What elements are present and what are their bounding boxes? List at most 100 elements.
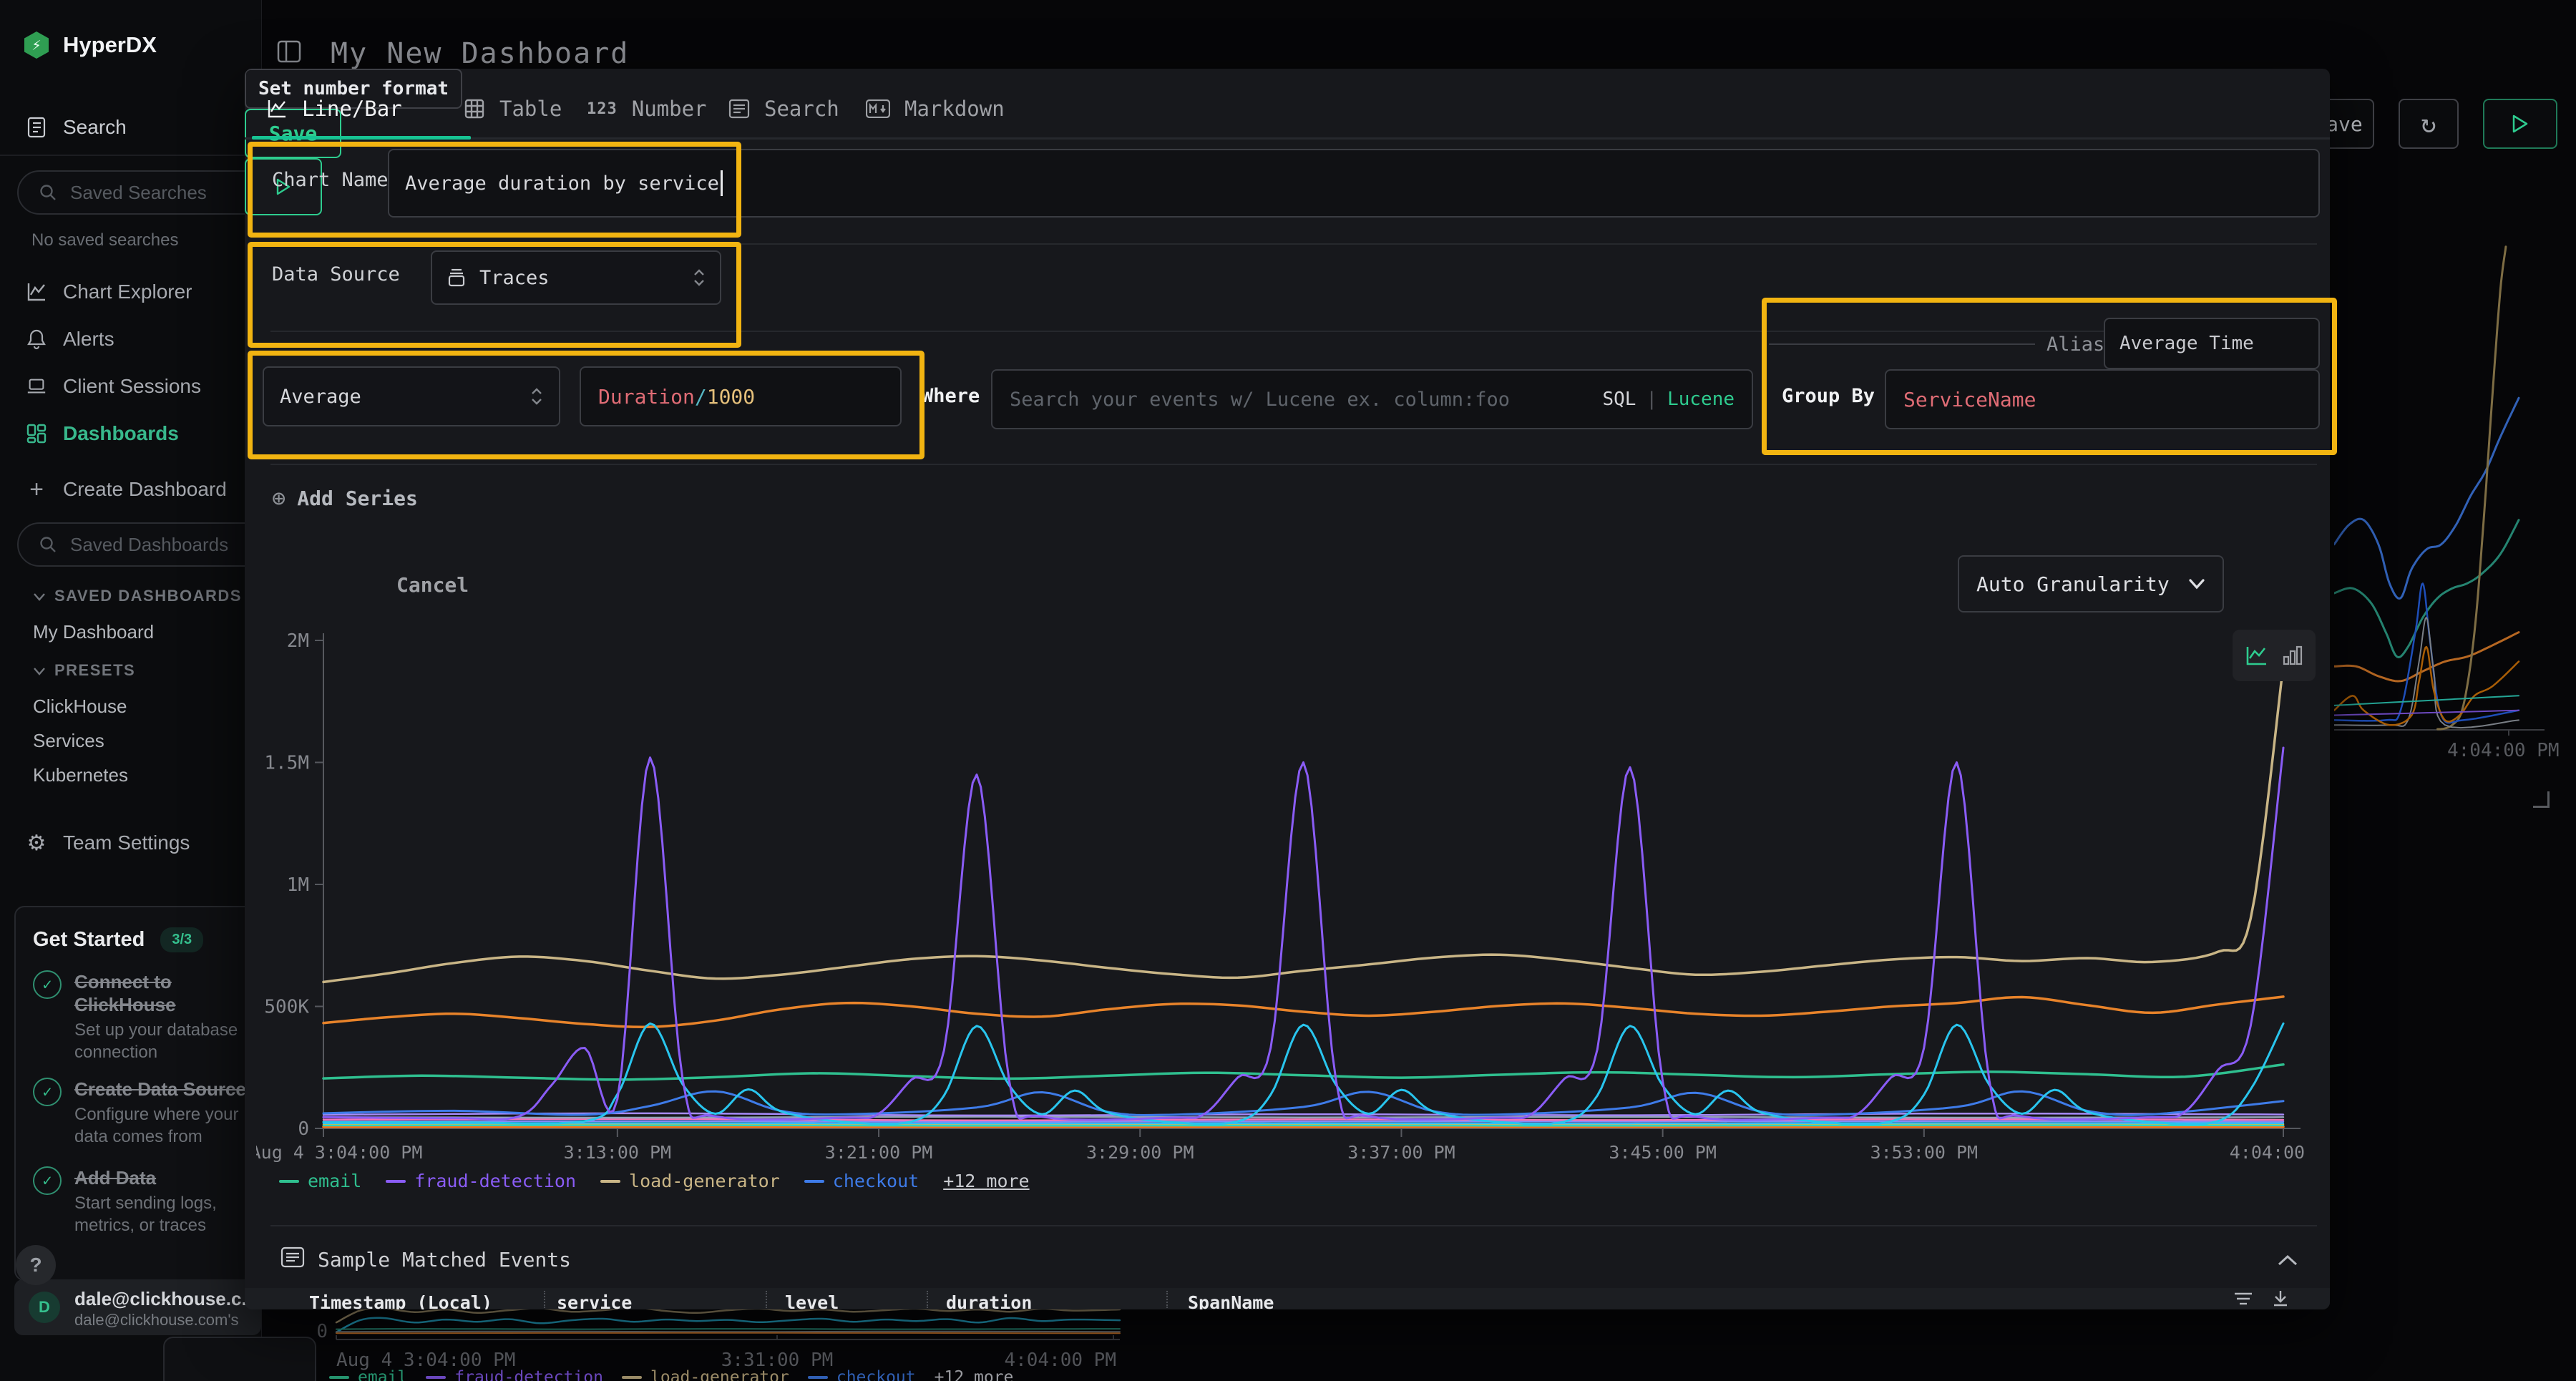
legend-dash <box>386 1180 406 1183</box>
main-chart[interactable]: 0500K1M1.5M2MAug 4 3:04:00 PM3:13:00 PM3… <box>256 617 2317 1175</box>
group-by-label: Group By <box>1782 385 1875 407</box>
get-started-item-title: Add Data <box>74 1166 248 1189</box>
tab-table[interactable]: Table <box>464 90 562 127</box>
brand[interactable]: ⚡ HyperDX <box>24 31 157 59</box>
add-series-button[interactable]: ⊕ Add Series <box>272 485 418 511</box>
legend-item-email[interactable]: email <box>279 1171 361 1191</box>
column-separator <box>766 1291 767 1308</box>
alias-input[interactable]: Average Time <box>2104 318 2320 369</box>
search-icon <box>39 183 57 202</box>
tab-search[interactable]: Search <box>728 90 839 127</box>
alias-value: Average Time <box>2119 333 2254 354</box>
sidebar-dashboard-clickhouse[interactable]: ClickHouse <box>33 696 127 718</box>
legend-item-fraud-detection[interactable]: fraud-detection <box>386 1171 576 1191</box>
check-circle-icon: ✓ <box>33 1166 62 1195</box>
sql-mode-toggle[interactable]: SQL <box>1602 389 1636 410</box>
chart-name-input[interactable]: Average duration by service <box>388 149 2320 218</box>
active-tab-underline <box>252 136 471 140</box>
sidebar-item-team-settings[interactable]: ⚙ Team Settings <box>0 823 261 863</box>
database-icon <box>447 268 467 288</box>
team-settings-label: Team Settings <box>63 831 190 854</box>
chevron-down-icon <box>2188 578 2205 590</box>
line-chart-toggle-icon[interactable] <box>2245 644 2269 667</box>
where-label: Where <box>922 385 980 407</box>
field-expression-input[interactable]: Duration/1000 <box>580 366 902 426</box>
aggregation-value: Average <box>280 386 361 408</box>
brand-name: HyperDX <box>63 32 157 58</box>
svg-text:3:45:00 PM: 3:45:00 PM <box>1609 1142 1717 1163</box>
section-header[interactable]: PRESETS <box>33 661 135 680</box>
sidebar-item-dashboards[interactable]: Dashboards <box>0 414 261 454</box>
cancel-button[interactable]: Cancel <box>396 573 469 597</box>
svg-text:3:53:00 PM: 3:53:00 PM <box>1870 1142 1979 1163</box>
aggregation-select[interactable]: Average <box>263 366 560 426</box>
tile-resize-handle[interactable] <box>2533 791 2550 808</box>
group-by-value: ServiceName <box>1903 388 2036 411</box>
sidebar-dashboard-kubernetes[interactable]: Kubernetes <box>33 764 128 786</box>
sidebar-item-label: Client Sessions <box>63 375 201 398</box>
legend-item-fraud-detection[interactable]: fraud-detection <box>426 1368 603 1381</box>
search-doc-icon <box>26 117 47 138</box>
sidebar-item-alerts[interactable]: Alerts <box>0 319 261 359</box>
tab-label: Table <box>499 97 562 121</box>
column-header-timestamp-local-[interactable]: Timestamp (Local) <box>309 1292 492 1309</box>
refresh-button[interactable]: ↻ <box>2399 99 2459 149</box>
sidebar-item-search[interactable]: Search <box>0 107 261 147</box>
legend-more[interactable]: +12 more <box>943 1171 1029 1191</box>
legend-label: fraud-detection <box>454 1368 603 1381</box>
divider <box>270 464 2317 465</box>
legend-item-checkout[interactable]: checkout <box>804 1171 919 1191</box>
svg-text:0: 0 <box>298 1118 309 1140</box>
group-by-input[interactable]: ServiceName <box>1885 369 2320 429</box>
where-input[interactable]: Search your events w/ Lucene ex. column:… <box>991 369 1753 429</box>
get-started-item-desc: Configure where your data comes from <box>74 1103 248 1148</box>
legend-item-email[interactable]: email <box>329 1368 407 1381</box>
sidebar-dashboard-services[interactable]: Services <box>33 730 104 752</box>
sidebar-collapse-icon[interactable] <box>276 39 302 67</box>
data-source-select[interactable]: Traces <box>431 250 721 305</box>
legend-item-load-generator[interactable]: load-generator <box>622 1368 789 1381</box>
svg-text:3:37:00 PM: 3:37:00 PM <box>1347 1142 1455 1163</box>
column-separator <box>1166 1291 1168 1308</box>
tab-markdown[interactable]: Markdown <box>866 90 1005 127</box>
legend-more[interactable]: +12 more <box>935 1368 1014 1381</box>
tab-number[interactable]: 123Number <box>587 90 707 127</box>
events-table-header: Timestamp (Local) service level duration Spa… <box>245 1288 2330 1309</box>
section-header[interactable]: SAVED DASHBOARDS <box>33 587 242 605</box>
legend-item-load-generator[interactable]: load-generator <box>600 1171 780 1191</box>
expression-token: Duration <box>598 385 695 409</box>
sidebar-item-client-sessions[interactable]: Client Sessions <box>0 366 261 406</box>
saved-dashboards-input[interactable]: Saved Dashboards <box>17 522 282 567</box>
help-button[interactable]: ? <box>16 1245 56 1285</box>
filter-icon[interactable] <box>2233 1289 2254 1309</box>
sidebar-dashboard-my-dashboard[interactable]: My Dashboard <box>33 621 154 643</box>
get-started-badge: 3/3 <box>160 927 203 952</box>
get-started-item[interactable]: ✓Connect to ClickHouseSet up your databa… <box>33 970 248 1063</box>
lucene-mode-toggle[interactable]: Lucene <box>1667 389 1735 410</box>
collapse-section-chevron-icon[interactable] <box>2277 1254 2298 1269</box>
saved-searches-input[interactable]: Saved Searches <box>17 170 282 215</box>
granularity-select[interactable]: Auto Granularity <box>1958 555 2224 613</box>
markdown-icon <box>866 99 890 118</box>
create-dashboard-button[interactable]: + Create Dashboard <box>0 469 261 509</box>
add-series-label: Add Series <box>297 487 418 510</box>
run-dashboard-button[interactable] <box>2483 99 2557 149</box>
column-header-level[interactable]: level <box>785 1292 839 1309</box>
legend-item--12-more[interactable]: +12 more <box>943 1171 1029 1191</box>
get-started-item[interactable]: ✓Create Data SourceConfigure where your … <box>33 1078 248 1148</box>
column-header-service[interactable]: service <box>557 1292 632 1309</box>
sidebar-item-chart-explorer[interactable]: Chart Explorer <box>0 272 261 312</box>
column-header-duration[interactable]: duration <box>946 1292 1032 1309</box>
get-started-item[interactable]: ✓Add DataStart sending logs, metrics, or… <box>33 1166 248 1236</box>
where-placeholder: Search your events w/ Lucene ex. column:… <box>1010 389 1510 411</box>
alias-connector-line <box>1769 343 2035 345</box>
bar-chart-toggle-icon[interactable] <box>2282 644 2303 667</box>
column-header-spanname[interactable]: SpanName <box>1188 1292 1274 1309</box>
user-chip[interactable]: D dale@clickhouse.c... dale@clickhouse.c… <box>14 1279 261 1335</box>
tab-line-bar[interactable]: Line/Bar <box>266 90 402 127</box>
download-icon[interactable] <box>2271 1289 2290 1309</box>
play-icon <box>2511 114 2529 134</box>
svg-text:1M: 1M <box>287 874 309 896</box>
legend-item-checkout[interactable]: checkout <box>808 1368 916 1381</box>
legend-item--12-more[interactable]: +12 more <box>935 1368 1014 1381</box>
